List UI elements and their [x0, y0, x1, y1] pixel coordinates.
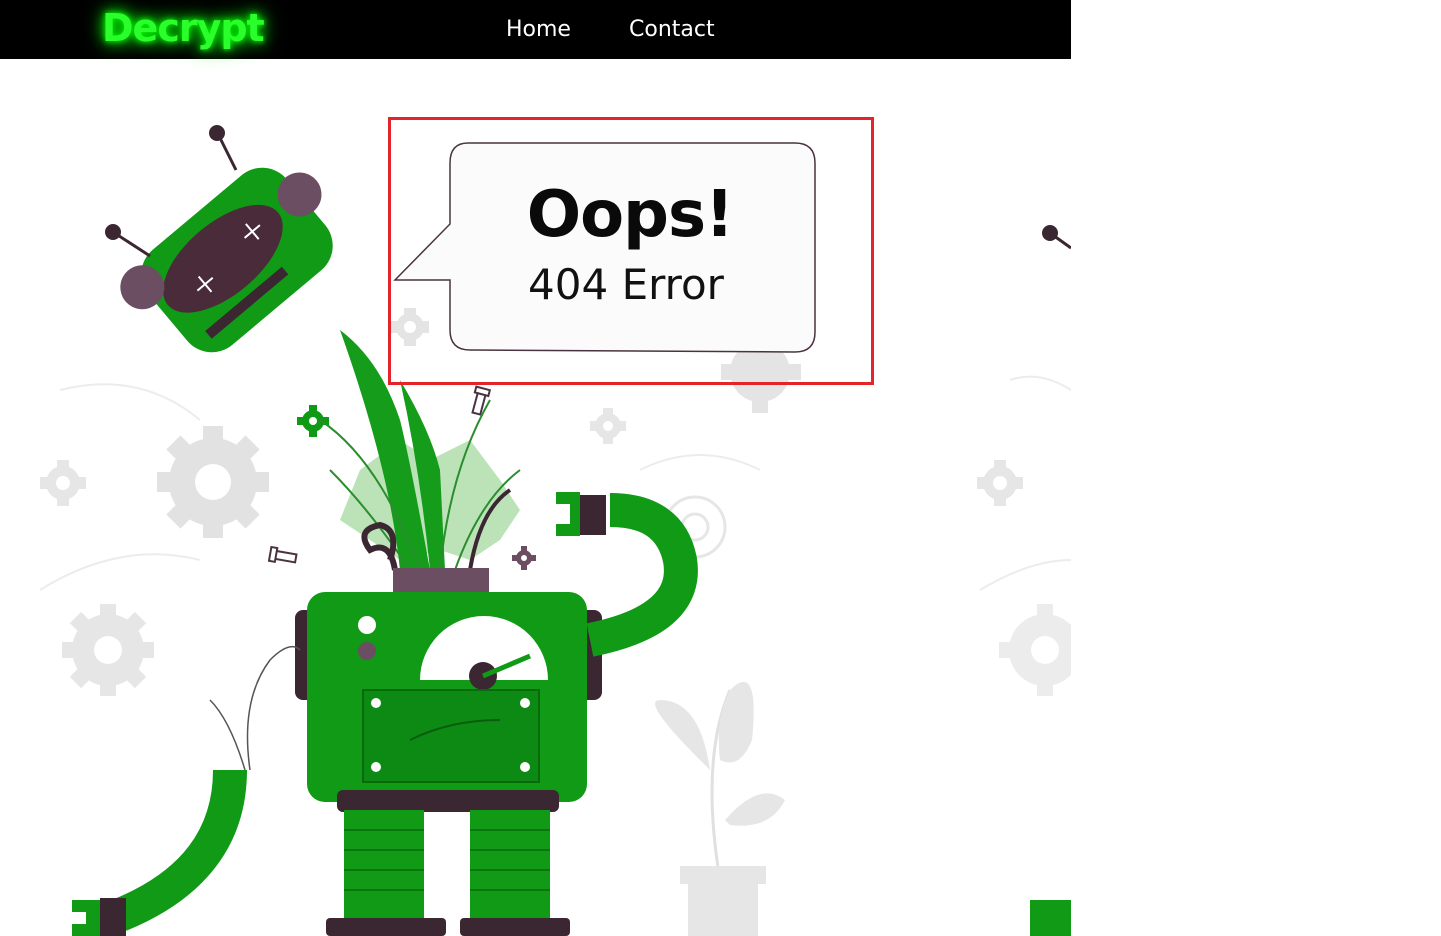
top-navbar: Decrypt Home Contact [0, 0, 1071, 59]
nav-contact-link[interactable]: Contact [629, 17, 715, 42]
plant-pot [655, 681, 785, 936]
error-message: 404 Error [528, 260, 724, 309]
brand-logo[interactable]: Decrypt [102, 6, 265, 50]
error-heading: Oops! [526, 178, 734, 252]
background-gear-icon [157, 426, 269, 538]
nav-home-link[interactable]: Home [506, 17, 571, 42]
